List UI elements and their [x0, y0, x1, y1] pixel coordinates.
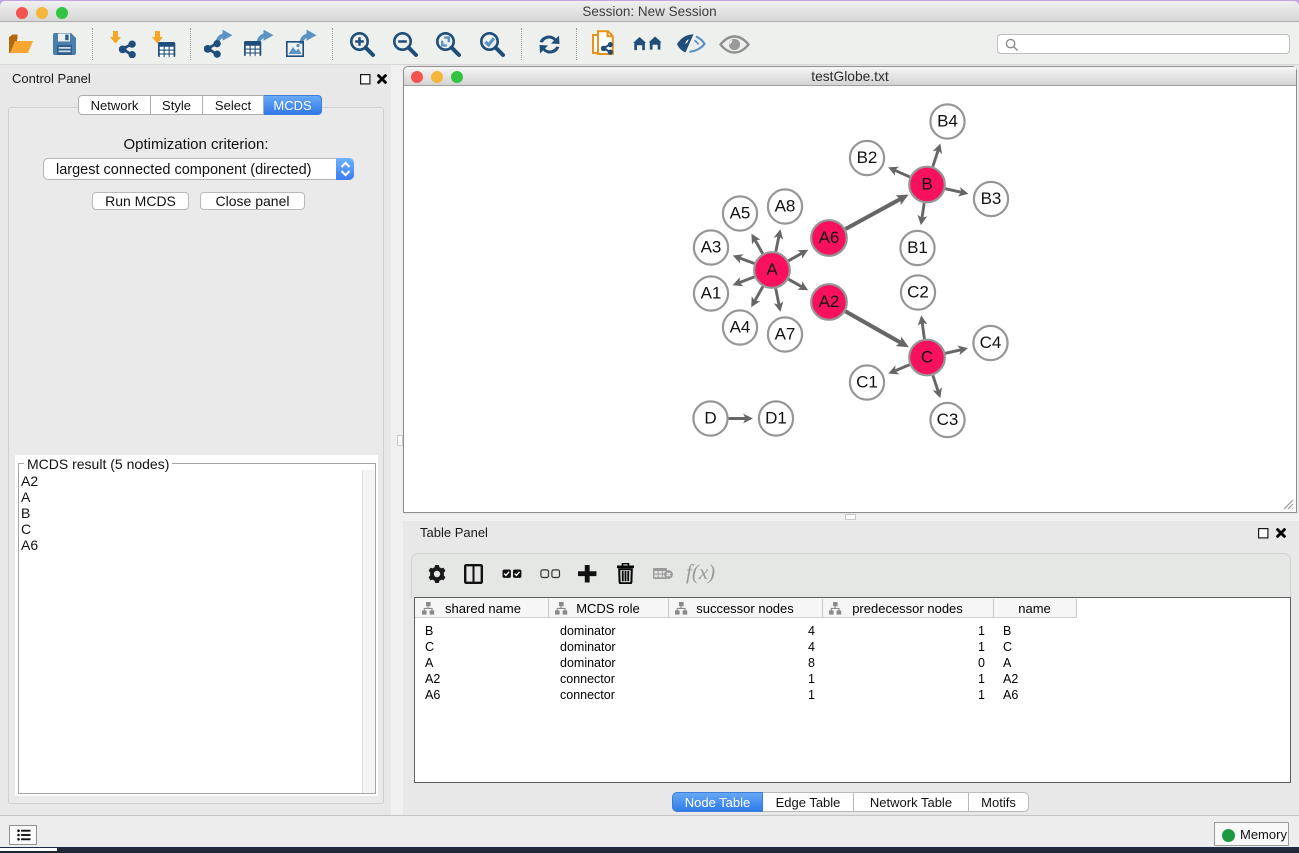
svg-text:B1: B1: [907, 238, 928, 257]
svg-text:A7: A7: [775, 324, 796, 343]
svg-text:A5: A5: [730, 203, 751, 222]
svg-text:B2: B2: [857, 148, 878, 167]
svg-text:D1: D1: [765, 408, 787, 427]
svg-text:A6: A6: [819, 228, 840, 247]
svg-text:C: C: [921, 347, 933, 366]
svg-text:B3: B3: [981, 189, 1002, 208]
svg-text:A1: A1: [701, 283, 722, 302]
svg-text:D: D: [704, 408, 716, 427]
svg-text:A2: A2: [819, 292, 840, 311]
svg-text:B: B: [921, 174, 932, 193]
svg-text:A4: A4: [730, 317, 751, 336]
svg-text:A8: A8: [775, 196, 796, 215]
svg-text:A3: A3: [701, 237, 722, 256]
svg-text:C3: C3: [937, 410, 959, 429]
svg-text:C1: C1: [856, 372, 878, 391]
svg-text:C2: C2: [907, 282, 929, 301]
svg-text:B4: B4: [937, 111, 958, 130]
svg-text:A: A: [766, 260, 778, 279]
svg-text:C4: C4: [980, 333, 1002, 352]
